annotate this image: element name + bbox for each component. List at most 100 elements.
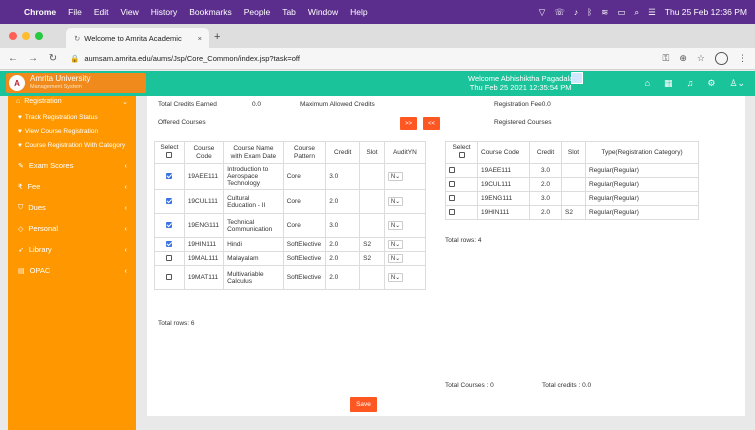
row-checkbox[interactable] xyxy=(166,172,173,179)
url-text[interactable]: aumsam.amrita.edu/aums/Jsp/Core_Common/i… xyxy=(84,54,300,63)
browser-tab[interactable]: ↻ Welcome to Amrita Academic × xyxy=(66,28,209,48)
pencil-icon: ✎ xyxy=(18,162,24,170)
menu-bookmarks[interactable]: Bookmarks xyxy=(189,7,232,17)
more-menu-icon[interactable]: ⋮ xyxy=(738,53,747,64)
sidebar-item-fee[interactable]: ₹ Fee ‹ xyxy=(8,176,136,197)
close-tab-icon[interactable]: × xyxy=(198,34,202,43)
sidebar-item-library[interactable]: ➶ Library ‹ xyxy=(8,239,136,260)
search-icon[interactable]: ⌕ xyxy=(634,7,639,18)
credit-cell: 3.0 xyxy=(529,191,562,206)
app-logo[interactable]: A Amrita University Management System xyxy=(6,73,146,93)
user-icon[interactable]: ♙⌄ xyxy=(729,78,745,89)
audit-select[interactable]: N ⌄ xyxy=(387,273,404,282)
menu-edit[interactable]: Edit xyxy=(94,7,109,17)
volume-icon[interactable]: ♪ xyxy=(574,7,578,17)
offered-courses-label: Offered Courses xyxy=(158,119,206,126)
back-icon[interactable]: ← xyxy=(6,53,20,64)
logo-title: Amrita University xyxy=(30,74,91,83)
audit-select[interactable]: N ⌄ xyxy=(387,240,404,249)
menu-window[interactable]: Window xyxy=(308,7,338,17)
sidebar-item-opac[interactable]: ▤ OPAC ‹ xyxy=(8,260,136,281)
clock[interactable]: Thu 25 Feb 12:36 PM xyxy=(665,7,747,17)
vpn-icon[interactable]: ▽ xyxy=(539,7,546,18)
course-code-cell: 19MAL111 xyxy=(183,251,225,266)
chevron-left-icon: ‹ xyxy=(124,245,128,254)
audit-select[interactable]: N ⌄ xyxy=(387,197,404,206)
wifi-icon[interactable]: ≋ xyxy=(601,7,608,18)
audit-select[interactable]: N ⌄ xyxy=(387,221,404,230)
home-icon[interactable]: ⌂ xyxy=(645,78,650,89)
select-all-checkbox[interactable] xyxy=(458,152,465,158)
zoom-window-icon[interactable] xyxy=(35,32,43,40)
battery-icon[interactable]: ▭ xyxy=(617,7,625,18)
row-checkbox[interactable] xyxy=(449,208,455,215)
row-checkbox[interactable] xyxy=(166,273,173,280)
minimize-window-icon[interactable] xyxy=(22,32,30,40)
menu-view[interactable]: View xyxy=(120,7,138,17)
submenu-registration-category[interactable]: ♥ Course Registration With Category xyxy=(8,139,136,153)
row-checkbox[interactable] xyxy=(449,194,455,201)
chevron-down-icon: ⌄ xyxy=(395,256,401,262)
key-icon[interactable]: ⚿ xyxy=(663,53,670,64)
bookmark-star-icon[interactable]: ☆ xyxy=(697,53,705,64)
reload-icon[interactable]: ↻ xyxy=(46,53,60,64)
course-pattern-cell: SoftElective xyxy=(282,251,327,266)
forward-icon[interactable]: → xyxy=(26,53,40,64)
sidebar-item-registration[interactable]: ⌂ Registration ⌄ xyxy=(8,96,136,107)
chevron-down-icon: ⌄ xyxy=(122,98,128,106)
table-row: 19HIN111 2.0 S2 Regular(Regular) xyxy=(445,205,699,220)
course-pattern-cell: Core xyxy=(282,163,327,190)
profile-icon[interactable] xyxy=(715,52,728,65)
move-right-button[interactable]: >> xyxy=(400,117,417,130)
submenu-track-status[interactable]: ♥ Track Registration Status xyxy=(8,111,136,125)
zoom-icon[interactable]: ⊕ xyxy=(679,53,687,64)
row-checkbox[interactable] xyxy=(166,197,173,204)
grid-icon[interactable]: ▦ xyxy=(664,78,673,89)
audit-cell: N ⌄ xyxy=(383,213,427,238)
select-cell xyxy=(154,251,185,266)
phone-icon[interactable]: ☏ xyxy=(554,7,565,18)
table-row: 19CUL111 2.0 Regular(Regular) xyxy=(445,177,699,192)
bell-icon[interactable]: ♫ xyxy=(687,78,694,89)
menu-help[interactable]: Help xyxy=(350,7,367,17)
row-checkbox[interactable] xyxy=(166,254,173,261)
move-left-button[interactable]: << xyxy=(423,117,440,130)
submenu-view-registration[interactable]: ♥ View Course Registration xyxy=(8,125,136,139)
menu-tab[interactable]: Tab xyxy=(282,7,296,17)
select-all-checkbox[interactable] xyxy=(166,152,173,158)
header-label: Select xyxy=(160,144,179,151)
menu-people[interactable]: People xyxy=(244,7,270,17)
sidebar-item-personal[interactable]: ◇ Personal ‹ xyxy=(8,218,136,239)
select-cell xyxy=(445,177,478,192)
new-tab-icon[interactable]: + xyxy=(214,31,220,43)
audit-select[interactable]: N ⌄ xyxy=(387,172,404,181)
course-name-cell: Multivariable Calculus xyxy=(223,265,284,290)
sidebar: ⌂ Registration ⌄ ♥ Track Registration Sta… xyxy=(8,96,136,430)
menu-history[interactable]: History xyxy=(151,7,177,17)
settings-icon[interactable]: ⚙ xyxy=(707,78,715,89)
menu-app-name[interactable]: Chrome xyxy=(24,7,56,17)
total-credits-summary: Total credits : 0.0 xyxy=(542,382,592,389)
close-window-icon[interactable] xyxy=(9,32,17,40)
row-checkbox[interactable] xyxy=(166,221,173,228)
browser-tab-strip: ↻ Welcome to Amrita Academic × + xyxy=(0,24,755,48)
welcome-datetime: Thu Feb 25 2021 12:35:54 PM xyxy=(469,83,572,92)
audit-select[interactable]: N ⌄ xyxy=(387,254,404,263)
row-checkbox[interactable] xyxy=(449,166,455,173)
row-checkbox[interactable] xyxy=(166,240,173,247)
control-center-icon[interactable]: ☰ xyxy=(648,7,656,18)
course-code-cell: 19CUL111 xyxy=(477,177,530,192)
slot-cell: S2 xyxy=(359,237,385,252)
sidebar-item-dues[interactable]: ⛉ Dues ‹ xyxy=(8,197,136,218)
registration-fee: Registration Fee0.0 xyxy=(494,101,551,108)
save-button[interactable]: Save xyxy=(350,397,377,412)
slot-cell xyxy=(359,213,385,238)
bluetooth-icon[interactable]: ᛒ xyxy=(587,7,592,17)
url-field[interactable]: 🔒 aumsam.amrita.edu/aums/Jsp/Core_Common… xyxy=(70,54,300,63)
offered-courses-table: Select Course Code Course Name with Exam… xyxy=(154,141,427,290)
sidebar-item-label: Dues xyxy=(28,203,46,212)
row-checkbox[interactable] xyxy=(449,180,455,187)
menu-file[interactable]: File xyxy=(68,7,82,17)
lock-icon[interactable]: 🔒 xyxy=(70,54,79,63)
sidebar-item-exam-scores[interactable]: ✎ Exam Scores ‹ xyxy=(8,155,136,176)
